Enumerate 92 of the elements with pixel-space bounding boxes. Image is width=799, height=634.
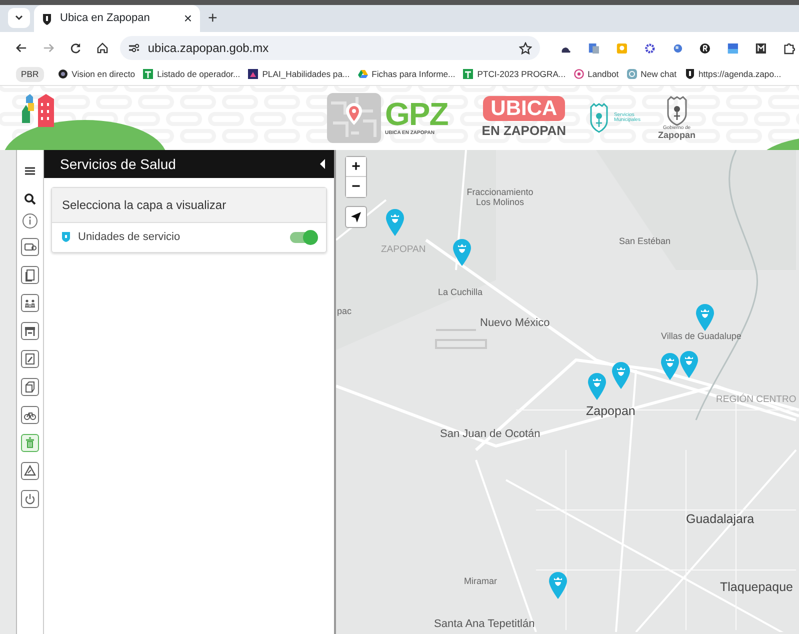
spreadsheet-icon (143, 69, 154, 80)
power-icon (23, 492, 37, 506)
home-icon[interactable] (96, 42, 108, 54)
zoom-in-button[interactable]: + (346, 157, 366, 177)
map-label: Guadalajara (686, 511, 754, 528)
info-button[interactable] (21, 212, 39, 230)
logo-badge: UBICA (482, 96, 566, 121)
map-marker[interactable] (680, 351, 698, 378)
logo-caption: Zapopan (658, 131, 696, 140)
coat-of-arms-icon (664, 96, 689, 126)
spreadsheet-icon (463, 69, 474, 80)
star-icon[interactable] (519, 42, 532, 54)
square-icon[interactable] (727, 42, 740, 54)
panel-title: Servicios de Salud (60, 154, 176, 174)
address-bar[interactable]: ubica.zapopan.gob.mx (120, 36, 540, 60)
map-label: Villas de Guadalupe (661, 330, 742, 343)
chevron-icon (15, 15, 23, 21)
store-button[interactable] (21, 322, 39, 340)
bicycle-button[interactable] (21, 406, 39, 424)
shield-icon (42, 12, 52, 24)
map-label: San Juan de Ocotán (440, 427, 540, 442)
map-label: Santa Ana Tepetitlán (434, 617, 535, 632)
tab-title: Ubica en Zapopan (60, 11, 151, 26)
collapse-icon[interactable] (320, 159, 326, 169)
browser-tab[interactable]: Ubica en Zapopan × (34, 5, 200, 32)
chat-bubble-icon (574, 69, 584, 80)
map-label: Fraccionamiento Los Molinos (466, 188, 534, 208)
shield-icon (684, 69, 694, 80)
bookmark-link[interactable]: Vision en directo (72, 68, 136, 81)
map-marker[interactable] (588, 373, 606, 400)
bookmark-link[interactable]: Fichas para Informe... (372, 68, 456, 81)
map-marker[interactable] (386, 209, 404, 236)
box-button[interactable] (21, 378, 39, 396)
bookmark-link[interactable]: PLAI_Habilidades pa... (262, 68, 350, 81)
layer-label: Unidades de servicio (78, 230, 182, 245)
coat-of-arms-icon (588, 103, 610, 133)
search-icon (23, 192, 37, 206)
map-label: Miramar (464, 575, 497, 588)
map-label: ZAPOPAN (381, 243, 426, 257)
app-icon (248, 69, 258, 80)
bookmark-link[interactable]: https://agenda.zapo... (698, 68, 782, 81)
info-icon (22, 213, 38, 229)
map-pin-logo-icon (327, 93, 381, 143)
locate-button[interactable] (345, 206, 367, 228)
map-label: San Estéban (619, 235, 671, 248)
bookmark-link[interactable]: New chat (640, 68, 676, 81)
logo-text: GPZ (385, 98, 448, 130)
bookmark-link[interactable]: PBR (16, 67, 44, 82)
map-marker[interactable] (453, 239, 471, 266)
chat-icon (626, 69, 637, 80)
back-icon[interactable] (16, 43, 27, 53)
document-icon (23, 268, 37, 282)
map-marker[interactable] (696, 304, 714, 331)
camera-icon (58, 69, 68, 80)
map-label: Nuevo México (480, 316, 550, 331)
site-settings-icon[interactable] (128, 43, 140, 53)
power-button[interactable] (21, 490, 39, 508)
drive-icon (358, 69, 368, 80)
new-tab-button[interactable]: + (208, 6, 218, 30)
url-text: ubica.zapopan.gob.mx (148, 40, 270, 57)
map-marker[interactable] (661, 353, 679, 380)
gear-icon[interactable] (644, 42, 656, 54)
bookmark-link[interactable]: Listado de operador... (157, 68, 240, 81)
layer-toggle[interactable] (290, 232, 316, 243)
map-label: La Cuchilla (438, 286, 483, 299)
translate-icon[interactable] (588, 42, 600, 54)
bookmark-link[interactable]: Landbot (588, 68, 619, 81)
letter-m-icon[interactable] (755, 42, 768, 54)
map-marker[interactable] (612, 362, 630, 389)
tab-list-button[interactable] (8, 8, 30, 28)
map-label: REGIÓN CENTRO (716, 393, 796, 407)
trash-button[interactable] (21, 434, 39, 452)
people-button[interactable] (21, 294, 39, 312)
navigation-arrow-icon (350, 211, 362, 223)
map-label: pac (337, 305, 352, 318)
box-icon (23, 380, 37, 394)
shield-icon (62, 232, 70, 242)
map-marker[interactable] (549, 572, 567, 599)
puzzle-icon[interactable] (783, 42, 796, 54)
store-icon (23, 324, 37, 338)
tab-close-button[interactable]: × (184, 8, 192, 29)
logo-subtitle: EN ZAPOPAN (482, 122, 566, 140)
pencil-icon (23, 352, 37, 366)
map-label: Zapopan (586, 403, 636, 420)
bookmark-link[interactable]: PTCI-2023 PROGRA... (477, 68, 566, 81)
map-label: Tlaquepaque (720, 579, 793, 596)
pencil-button[interactable] (21, 350, 39, 368)
trash-icon (23, 436, 37, 450)
letter-r-icon[interactable] (699, 42, 712, 54)
card-title: Selecciona la capa a visualizar (52, 188, 326, 223)
reload-icon[interactable] (70, 42, 81, 54)
document-button[interactable] (21, 266, 39, 284)
